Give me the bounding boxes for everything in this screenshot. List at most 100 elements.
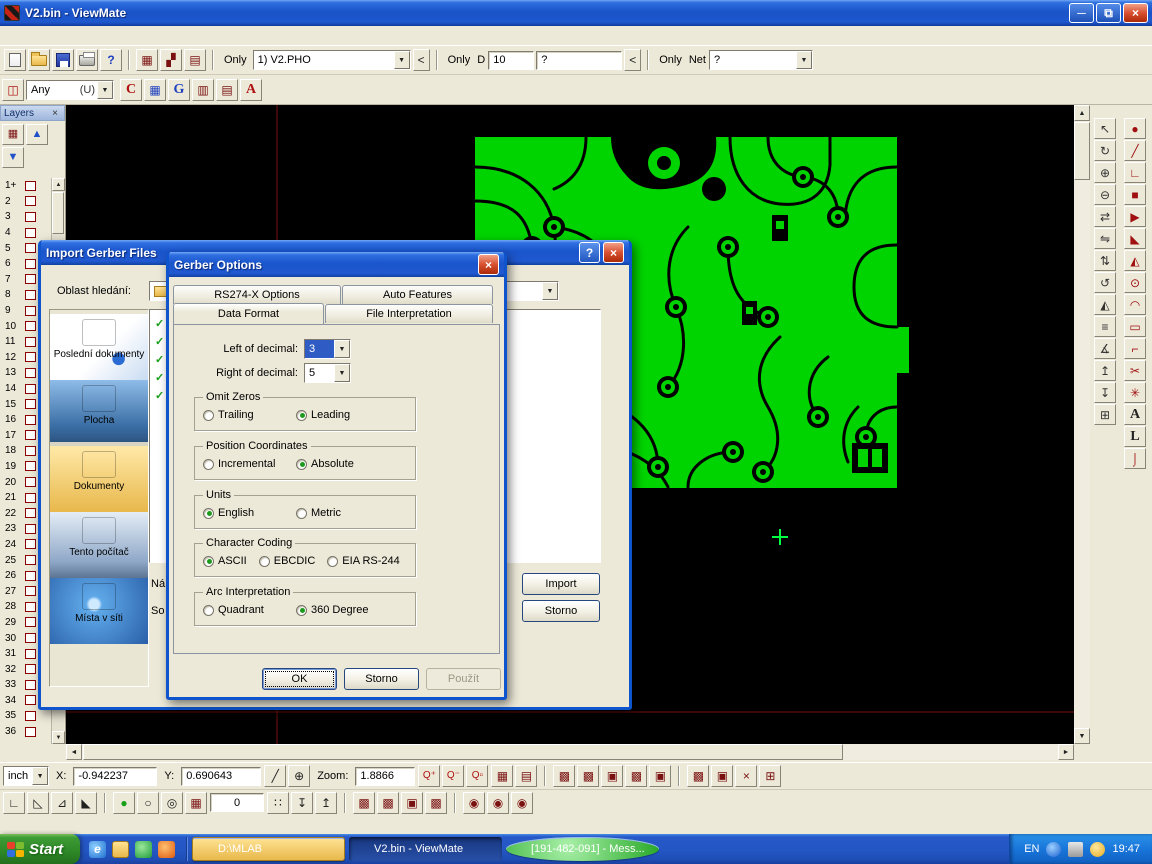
anchor-up-icon[interactable]: ↥ <box>315 792 337 814</box>
draw-arrow-icon[interactable]: ▶ <box>1124 206 1146 227</box>
layer-color-box[interactable] <box>25 461 36 471</box>
layer-row[interactable]: 3 <box>0 209 52 225</box>
pad-grid-icon[interactable]: ▦ <box>144 79 166 101</box>
flash-dot-3-icon[interactable]: ◉ <box>511 792 533 814</box>
dcode-pattern-3-icon[interactable]: ▣ <box>601 765 623 787</box>
only-dcode-toggle[interactable]: Only <box>444 54 475 66</box>
anchor-down-icon[interactable]: ↧ <box>291 792 313 814</box>
radio-option[interactable]: Metric <box>296 507 389 519</box>
ok-button[interactable]: OK <box>262 668 337 690</box>
zoom-window-button[interactable]: Q▫ <box>466 765 488 787</box>
move-up-layer-icon[interactable]: ↥ <box>1094 360 1116 381</box>
layer-color-box[interactable] <box>25 477 36 487</box>
import-cancel-button[interactable]: Storno <box>522 600 600 622</box>
scroll-down-icon[interactable]: ▼ <box>52 731 65 744</box>
scrollbar-thumb[interactable] <box>83 744 843 760</box>
dcode-grid-icon[interactable]: ▦ <box>136 49 158 71</box>
print-icon[interactable] <box>76 49 98 71</box>
status-led-icon[interactable]: ● <box>113 792 135 814</box>
ruler-corner-2-icon[interactable]: ◺ <box>27 792 49 814</box>
place-documents[interactable]: Dokumenty <box>50 446 148 512</box>
zoom-in-icon[interactable]: ⊕ <box>1094 162 1116 183</box>
layer-color-box[interactable] <box>25 493 36 503</box>
aperture-tool-icon[interactable]: A <box>240 79 262 101</box>
pad-pattern-1-icon[interactable]: ▩ <box>353 792 375 814</box>
dialog-close-button[interactable]: × <box>603 242 624 263</box>
measure-distance-icon[interactable]: ╱ <box>264 765 286 787</box>
radio-option[interactable]: English <box>203 507 296 519</box>
layer-color-box[interactable] <box>25 228 36 238</box>
right-of-decimal-select[interactable]: 5 ▼ <box>304 363 351 383</box>
ruler-corner-3-icon[interactable]: ⊿ <box>51 792 73 814</box>
menu-item[interactable] <box>130 34 146 38</box>
unit-select[interactable]: inch ▼ <box>3 766 49 786</box>
redraw-icon[interactable]: ↻ <box>1094 140 1116 161</box>
zoom-in-button[interactable]: Q⁺ <box>418 765 440 787</box>
menu-item[interactable] <box>114 34 130 38</box>
layer-color-box[interactable] <box>25 321 36 331</box>
folder-quick-launch-icon[interactable] <box>112 841 129 858</box>
measure-angle-icon[interactable]: ∡ <box>1094 338 1116 359</box>
net-pattern-1-icon[interactable]: ▩ <box>687 765 709 787</box>
radio-option[interactable]: ASCII <box>203 555 247 567</box>
layer-color-box[interactable] <box>25 711 36 721</box>
layer-color-box[interactable] <box>25 571 36 581</box>
scroll-left-icon[interactable]: ◄ <box>66 744 82 760</box>
draw-pad-icon[interactable]: ● <box>1124 118 1146 139</box>
flash-grid-icon[interactable]: ▤ <box>216 79 238 101</box>
dcode-table-icon[interactable]: ▤ <box>184 49 206 71</box>
layer-color-box[interactable] <box>25 259 36 269</box>
radio-option[interactable]: Absolute <box>296 458 389 470</box>
layer-color-box[interactable] <box>25 602 36 612</box>
tray-alert-icon[interactable] <box>1090 842 1105 857</box>
layer-color-box[interactable] <box>25 524 36 534</box>
draw-triangle-icon[interactable]: ◣ <box>1124 228 1146 249</box>
layer-color-box[interactable] <box>25 181 36 191</box>
dropdown-arrow-icon[interactable]: ▼ <box>32 767 48 785</box>
layers-panel-header[interactable]: Layers × <box>0 105 65 121</box>
layer-color-box[interactable] <box>25 399 36 409</box>
menu-item[interactable] <box>82 34 98 38</box>
menu-item[interactable] <box>18 34 34 38</box>
layer-color-box[interactable] <box>25 306 36 316</box>
dot-grid-icon[interactable]: ∷ <box>267 792 289 814</box>
radio-option[interactable]: Quadrant <box>203 604 296 616</box>
y-coordinate-field[interactable]: 0.690643 <box>181 767 261 786</box>
layer-color-box[interactable] <box>25 446 36 456</box>
flip-vertical-icon[interactable]: ⇅ <box>1094 250 1116 271</box>
layer-color-box[interactable] <box>25 649 36 659</box>
dropdown-arrow-icon[interactable]: ▼ <box>334 340 350 358</box>
net-select[interactable]: ? ▼ <box>709 50 813 70</box>
previous-layer-button[interactable]: < <box>413 49 430 71</box>
restore-button[interactable]: ⧉ <box>1096 3 1121 23</box>
align-icon[interactable]: ≡ <box>1094 316 1116 337</box>
context-help-icon[interactable]: ? <box>100 49 122 71</box>
pad-pattern-3-icon[interactable]: ▣ <box>401 792 423 814</box>
layer-color-box[interactable] <box>25 384 36 394</box>
radio-option[interactable]: 360 Degree <box>296 604 389 616</box>
task-mlab-folder[interactable]: D:\MLAB <box>192 837 345 861</box>
left-of-decimal-select[interactable]: 3 ▼ <box>304 339 351 359</box>
flash-dot-1-icon[interactable]: ◉ <box>463 792 485 814</box>
star-tool-icon[interactable]: ✳ <box>1124 382 1146 403</box>
layer-color-box[interactable] <box>25 633 36 643</box>
layer-color-box[interactable] <box>25 539 36 549</box>
zoom-out-icon[interactable]: ⊖ <box>1094 184 1116 205</box>
layer-color-box[interactable] <box>25 617 36 627</box>
layer-color-box[interactable] <box>25 212 36 222</box>
layer-color-box[interactable] <box>25 415 36 425</box>
layer-color-box[interactable] <box>25 368 36 378</box>
circle-tool-icon[interactable]: C <box>120 79 142 101</box>
radio-option[interactable]: Trailing <box>203 409 296 421</box>
horizontal-scrollbar[interactable]: ◄ ► <box>66 744 1074 760</box>
net-pattern-2-icon[interactable]: ▣ <box>711 765 733 787</box>
selection-mode-select[interactable]: Any (U) ▼ <box>26 80 114 100</box>
scroll-down-icon[interactable]: ▼ <box>1074 728 1090 744</box>
dcode-pattern-5-icon[interactable]: ▣ <box>649 765 671 787</box>
snap-grid-icon[interactable]: ⊞ <box>1094 404 1116 425</box>
zoom-out-button[interactable]: Q⁻ <box>442 765 464 787</box>
import-button[interactable]: Import <box>522 573 600 595</box>
menu-item[interactable] <box>34 34 50 38</box>
frame-tool-icon[interactable]: ⌡ <box>1124 448 1146 469</box>
dropdown-arrow-icon[interactable]: ▼ <box>97 81 113 99</box>
